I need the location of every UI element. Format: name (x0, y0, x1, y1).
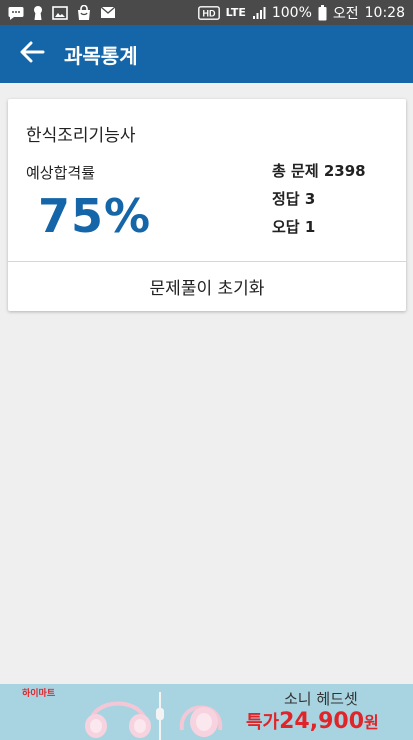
app-bar: 과목통계 (0, 25, 413, 83)
battery-percent: 100% (271, 4, 312, 21)
ad-price-unit: 원 (364, 713, 379, 732)
subject-title: 한식조리기능사 (26, 126, 136, 146)
notification-icons (8, 4, 116, 21)
pass-rate-label: 예상합격률 (26, 164, 96, 182)
pass-rate-value: 75% (38, 189, 152, 243)
network-type-label: LTE (225, 6, 246, 19)
signal-icon (252, 6, 266, 20)
wrong-count: 오답 1 (272, 218, 316, 236)
arrow-left-icon (19, 41, 45, 67)
clock-ampm: 오전 (332, 5, 359, 22)
hd-icon: HD (197, 5, 220, 20)
keyhole-icon (32, 5, 44, 21)
headphones-image (84, 686, 234, 740)
page-title: 과목통계 (64, 43, 138, 68)
total-questions: 총 문제 2398 (272, 162, 366, 180)
shopping-bag-icon (76, 4, 92, 21)
reset-progress-button[interactable]: 문제풀이 초기화 (8, 262, 406, 311)
chat-icon (8, 6, 24, 20)
ad-price-value: 24,900 (279, 709, 365, 734)
image-icon (52, 5, 68, 20)
ad-price-label: 특가 (246, 712, 280, 733)
status-bar: HD LTE 100% 오전 10:28 (0, 0, 413, 25)
ad-product-name: 소니 헤드셋 (284, 690, 358, 708)
stats-card: 한식조리기능사 예상합격률 75% 총 문제 2398 정답 3 오답 1 문제… (8, 99, 406, 311)
back-button[interactable] (14, 36, 50, 72)
system-icons: HD LTE 100% 오전 10:28 (197, 3, 405, 23)
mail-icon (100, 6, 116, 19)
correct-count: 정답 3 (272, 190, 316, 208)
clock-time: 10:28 (364, 4, 405, 21)
stats-list: 총 문제 2398 정답 3 오답 1 (272, 161, 366, 245)
ad-brand-logo: 하이마트 (22, 689, 56, 699)
ad-banner[interactable]: 하이마트 소니 헤드셋 특가24,900원 (0, 684, 413, 740)
hd-label: HD (202, 8, 215, 18)
battery-icon (318, 4, 327, 21)
ad-price: 특가24,900원 (246, 708, 379, 734)
